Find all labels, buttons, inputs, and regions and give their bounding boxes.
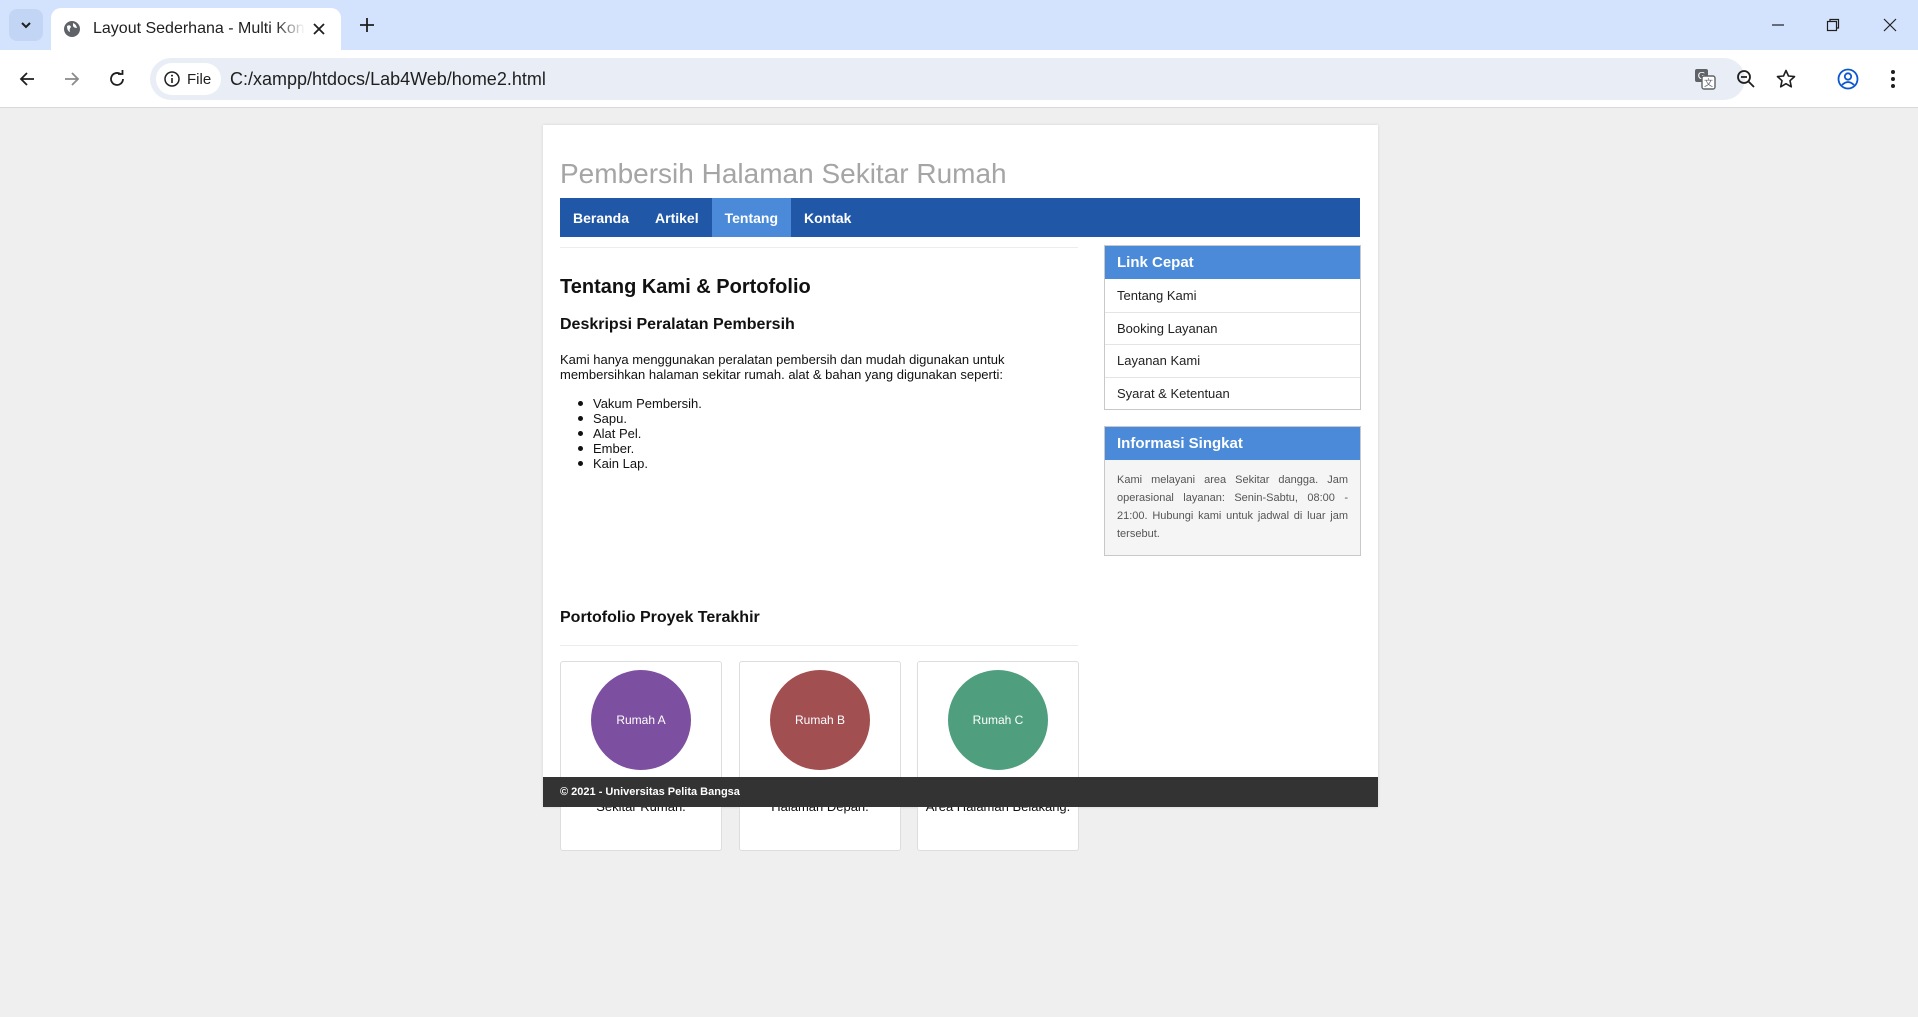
minimize-button[interactable]	[1765, 12, 1791, 38]
portfolio-card-c: Rumah C Sanitasi dan kebersihan Area Hal…	[917, 661, 1079, 851]
divider	[560, 247, 1078, 248]
nav-item-beranda[interactable]: Beranda	[560, 198, 642, 237]
forward-button[interactable]	[58, 65, 86, 93]
list-item: Sapu.	[578, 411, 702, 426]
info-panel: Informasi Singkat Kami melayani area Sek…	[1104, 426, 1361, 556]
close-icon	[313, 23, 325, 35]
portfolio-image-circle: Rumah B	[770, 670, 870, 770]
bookmark-button[interactable]	[1774, 67, 1798, 91]
back-arrow-icon	[19, 72, 34, 86]
menu-dots-icon	[1891, 70, 1895, 88]
site-title: Pembersih Halaman Sekitar Rumah	[560, 158, 1007, 189]
profile-icon	[1837, 68, 1859, 90]
footer-text: © 2021 - Universitas Pelita Bangsa	[560, 786, 740, 798]
tab-close-button[interactable]	[309, 19, 329, 39]
portfolio-image-label: Rumah B	[794, 713, 846, 727]
profile-button[interactable]	[1834, 65, 1862, 93]
address-bar[interactable]: File C:/xampp/htdocs/Lab4Web/home2.html …	[150, 58, 1796, 100]
new-tab-button[interactable]	[355, 13, 379, 37]
quick-links-panel: Link Cepat Tentang Kami Booking Layanan …	[1104, 245, 1361, 410]
divider	[560, 645, 1078, 646]
browser-tab-active[interactable]: Layout Sederhana - Multi Konten	[51, 8, 341, 50]
tab-search-button[interactable]	[9, 9, 43, 41]
tab-title: Layout Sederhana - Multi Konten	[93, 20, 305, 37]
url-scheme-label: File	[187, 70, 212, 88]
tools-description: Kami hanya menggunakan peralatan pembers…	[560, 352, 1005, 382]
portfolio-image-circle: Rumah A	[591, 670, 691, 770]
quick-link-layanan-kami[interactable]: Layanan Kami	[1105, 344, 1360, 377]
section-heading-portfolio: Portofolio Proyek Terakhir	[560, 609, 760, 626]
forward-arrow-icon	[65, 72, 80, 86]
quick-links-title: Link Cepat	[1105, 246, 1360, 279]
browser-toolbar: File C:/xampp/htdocs/Lab4Web/home2.html …	[0, 50, 1918, 108]
plus-icon	[360, 18, 374, 32]
quick-link-tentang-kami[interactable]: Tentang Kami	[1105, 279, 1360, 312]
list-item: Alat Pel.	[578, 426, 702, 441]
window-close-button[interactable]	[1877, 12, 1903, 38]
portfolio-card-b: Rumah B Pembersihan Area Halaman Depan.	[739, 661, 901, 851]
list-item: Ember.	[578, 441, 702, 456]
zoom-button[interactable]	[1734, 67, 1758, 91]
zoom-out-icon	[1737, 70, 1755, 88]
quick-link-booking-layanan[interactable]: Booking Layanan	[1105, 311, 1360, 345]
tab-strip: Layout Sederhana - Multi Konten	[0, 0, 1918, 50]
portfolio-image-label: Rumah A	[616, 713, 666, 727]
nav-item-artikel[interactable]: Artikel	[642, 198, 712, 237]
page-container: Pembersih Halaman Sekitar Rumah Beranda …	[543, 125, 1378, 851]
restore-icon	[1826, 18, 1840, 32]
reload-button[interactable]	[103, 65, 131, 93]
portfolio-image-circle: Rumah C	[948, 670, 1048, 770]
window-close-icon	[1883, 18, 1897, 32]
section-heading-tools: Deskripsi Peralatan Pembersih	[560, 316, 795, 333]
list-item: Vakum Pembersih.	[578, 396, 702, 411]
translate-button[interactable]: G文	[1693, 67, 1717, 91]
reload-icon	[110, 70, 124, 86]
browser-menu-button[interactable]	[1879, 65, 1907, 93]
quick-link-syarat-ketentuan[interactable]: Syarat & Ketentuan	[1105, 376, 1360, 410]
info-icon	[164, 71, 180, 87]
tab-search-icon	[21, 22, 31, 29]
url-text[interactable]: C:/xampp/htdocs/Lab4Web/home2.html	[230, 69, 546, 90]
nav-item-tentang[interactable]: Tentang	[711, 198, 792, 237]
page-heading: Tentang Kami & Portofolio	[560, 276, 811, 298]
portfolio-card-a: Rumah A Pembersihan Area Sekitar Rumah.	[560, 661, 722, 851]
back-button[interactable]	[13, 65, 41, 93]
portfolio-grid: Rumah A Pembersihan Area Sekitar Rumah. …	[560, 661, 1079, 851]
portfolio-image-label: Rumah C	[972, 713, 1024, 727]
svg-text:文: 文	[1704, 77, 1713, 89]
site-info-chip[interactable]: File	[156, 63, 222, 95]
translate-icon: G文	[1695, 69, 1716, 90]
globe-icon	[64, 21, 80, 37]
bookmark-star-icon	[1776, 69, 1796, 88]
main-nav: Beranda Artikel Tentang Kontak	[560, 198, 1360, 237]
footer: © 2021 - Universitas Pelita Bangsa	[543, 777, 1378, 807]
restore-button[interactable]	[1820, 12, 1846, 38]
minimize-icon	[1772, 24, 1784, 26]
tools-list: Vakum Pembersih. Sapu. Alat Pel. Ember. …	[578, 396, 702, 471]
info-title: Informasi Singkat	[1105, 427, 1360, 460]
nav-item-kontak[interactable]: Kontak	[791, 198, 864, 237]
info-text: Kami melayani area Sekitar dangga. Jam o…	[1105, 460, 1360, 555]
list-item: Kain Lap.	[578, 456, 702, 471]
